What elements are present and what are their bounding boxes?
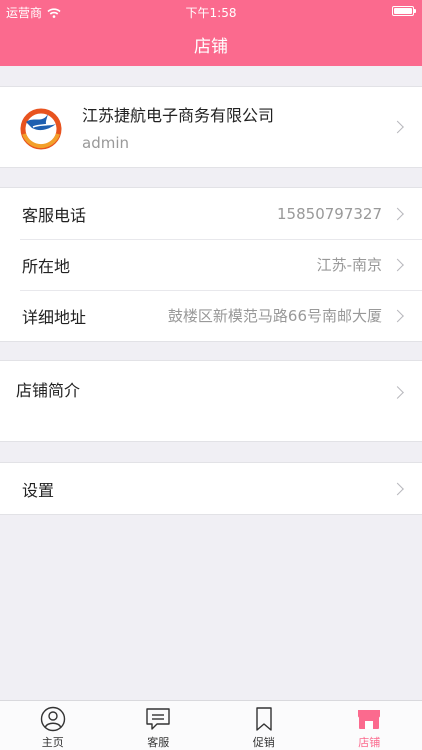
- phone-value: 15850797327: [277, 204, 382, 223]
- tab-store[interactable]: 店铺: [317, 701, 422, 750]
- tab-promotion[interactable]: 促销: [211, 701, 317, 750]
- store-icon: [358, 710, 381, 729]
- location-label: 所在地: [22, 256, 71, 276]
- tab-service[interactable]: 客服: [106, 701, 212, 750]
- tab-service-label: 客服: [147, 736, 170, 749]
- settings-section: 设置: [0, 462, 422, 515]
- nav-bar: 店铺: [0, 22, 422, 66]
- phone-label: 客服电话: [22, 205, 87, 225]
- tab-home[interactable]: 主页: [0, 701, 106, 750]
- store-header-row[interactable]: 江苏捷航电子商务有限公司 admin: [0, 87, 422, 167]
- tab-bar: 主页 客服 促销 店铺: [0, 700, 422, 750]
- store-header-section: 江苏捷航电子商务有限公司 admin: [0, 86, 422, 168]
- chevron-right-icon: [391, 482, 404, 495]
- store-intro-row[interactable]: 店铺简介: [0, 361, 422, 441]
- chevron-right-icon: [391, 120, 404, 134]
- user-icon: [40, 706, 65, 732]
- address-row[interactable]: 详细地址 鼓楼区新模范马路66号南邮大厦: [0, 290, 422, 341]
- location-value: 江苏-南京: [316, 256, 382, 274]
- bookmark-icon: [256, 707, 272, 731]
- intro-section: 店铺简介: [0, 360, 422, 442]
- status-bar: 运营商 下午1:58: [0, 0, 422, 22]
- chevron-right-icon: [391, 207, 404, 220]
- store-intro-label: 店铺简介: [16, 381, 81, 400]
- chevron-right-icon: [391, 258, 404, 271]
- chevron-right-icon: [391, 386, 404, 399]
- phone-row[interactable]: 客服电话 15850797327: [0, 188, 422, 239]
- settings-label: 设置: [22, 480, 55, 500]
- tab-promotion-label: 促销: [252, 736, 275, 749]
- store-text: 江苏捷航电子商务有限公司 admin: [82, 102, 274, 152]
- store-logo: [20, 108, 62, 150]
- store-admin: admin: [82, 134, 129, 152]
- info-section: 客服电话 15850797327 所在地 江苏-南京 详细地址 鼓楼区新模范马路…: [0, 187, 422, 342]
- address-label: 详细地址: [22, 307, 87, 327]
- battery-icon: [392, 6, 416, 16]
- address-value: 鼓楼区新模范马路66号南邮大厦: [167, 307, 382, 325]
- chevron-right-icon: [391, 309, 404, 322]
- location-row[interactable]: 所在地 江苏-南京: [0, 239, 422, 290]
- tab-store-label: 店铺: [358, 736, 381, 749]
- chat-icon: [146, 708, 170, 730]
- store-name: 江苏捷航电子商务有限公司: [82, 106, 275, 125]
- tab-home-label: 主页: [41, 736, 64, 749]
- status-time: 下午1:58: [185, 6, 237, 20]
- settings-row[interactable]: 设置: [0, 463, 422, 514]
- page-title: 店铺: [194, 36, 228, 57]
